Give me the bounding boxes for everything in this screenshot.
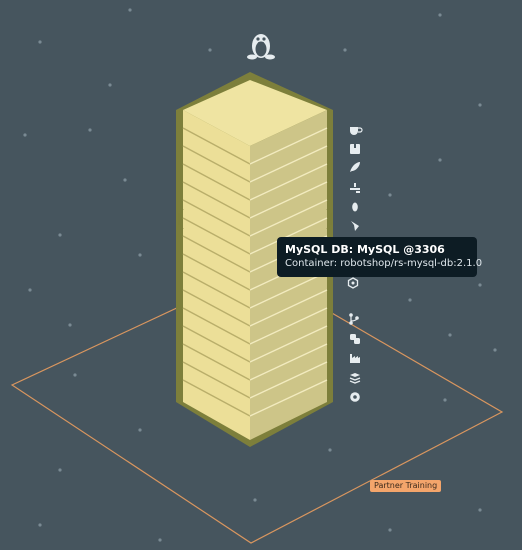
package-icon[interactable] — [350, 144, 360, 154]
linux-icon[interactable] — [247, 31, 275, 60]
python-icon[interactable] — [350, 334, 360, 344]
tooltip-subtitle: Container: robotshop/rs-mysql-db:2.1.0 — [285, 258, 483, 269]
leaf-icon[interactable] — [351, 221, 359, 231]
factory-icon[interactable] — [350, 354, 360, 363]
feather-icon[interactable] — [350, 162, 360, 172]
coffee-icon[interactable] — [350, 127, 363, 135]
hands-icon[interactable] — [350, 183, 360, 193]
service-tooltip: MySQL DB: MySQL @3306 Container: robotsh… — [277, 237, 483, 277]
tower-left-face — [183, 110, 250, 440]
git-branch-icon[interactable] — [349, 313, 359, 325]
gear-icon[interactable] — [350, 392, 360, 402]
stack-icon[interactable] — [349, 373, 361, 384]
zone-label[interactable]: Partner Training — [370, 480, 442, 492]
tooltip-title: MySQL DB: MySQL @3306 — [285, 243, 445, 256]
pill-icon[interactable] — [352, 202, 358, 212]
hexagon-icon[interactable] — [347, 277, 359, 289]
